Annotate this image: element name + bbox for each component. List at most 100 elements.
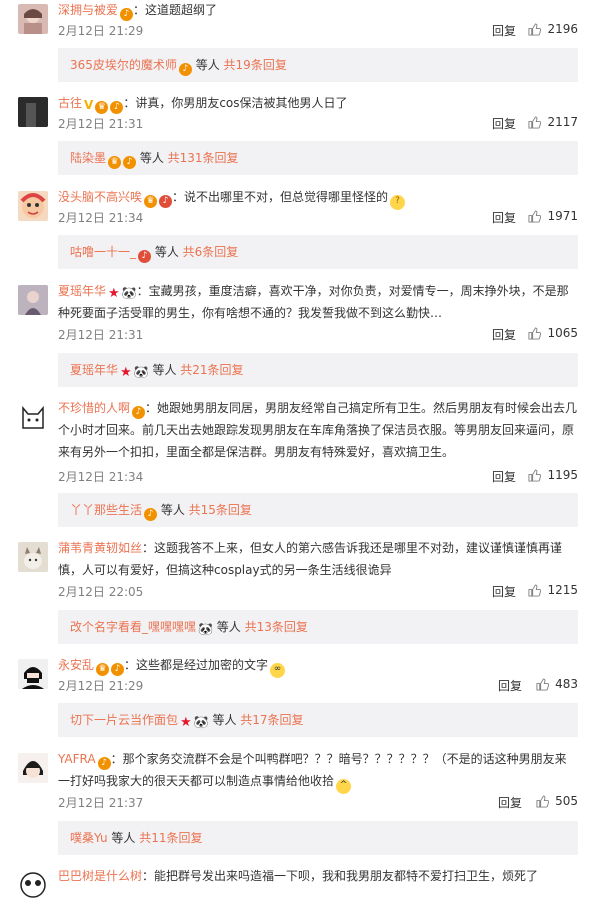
like-count: 2196 (547, 22, 578, 36)
timestamp: 2月12日 21:31 (58, 328, 144, 342)
like-button[interactable]: 2196 (528, 22, 578, 36)
sub-reply-user[interactable]: 改个名字看看_嘿嘿嘿嘿 (70, 620, 196, 634)
member-badge-icon: ♛ (96, 663, 110, 676)
emoji-confused-icon: ? (390, 195, 406, 210)
comment-meta: 2月12日 21:29 回复 483 (58, 677, 578, 697)
sub-replies-link[interactable]: 改个名字看看_嘿嘿嘿嘿 🐼 等人 共13条回复 (58, 610, 578, 644)
username-link[interactable]: 永安乱 (58, 658, 94, 672)
comment-meta: 2月12日 21:29 回复 2196 (58, 22, 578, 42)
panda-badge-icon: 🐼 (121, 286, 137, 300)
reply-button[interactable]: 回复 (492, 115, 516, 132)
like-button[interactable]: 483 (536, 677, 578, 691)
panda-badge-icon: 🐼 (198, 622, 213, 636)
comment-meta: 2月12日 21:37 回复 505 (58, 794, 578, 814)
reply-button[interactable]: 回复 (498, 677, 522, 694)
avatar[interactable] (18, 4, 48, 34)
like-button[interactable]: 1215 (528, 583, 578, 597)
username-link[interactable]: 古往 (58, 96, 82, 110)
like-button[interactable]: 2117 (528, 115, 578, 129)
sub-reply-user[interactable]: 夏瑶年华 (70, 363, 118, 377)
comment-text: 深拥与被爱 ♪ ：这道题超纲了 (58, 0, 578, 21)
like-button[interactable]: 1065 (528, 326, 578, 340)
sub-reply-count[interactable]: 共21条回复 (180, 363, 243, 377)
like-count: 1971 (547, 209, 578, 223)
timestamp: 2月12日 21:29 (58, 679, 144, 693)
thumb-up-icon (528, 584, 542, 597)
sub-reply-count[interactable]: 共11条回复 (139, 831, 202, 845)
reply-button[interactable]: 回复 (492, 583, 516, 600)
avatar[interactable] (18, 402, 48, 432)
sub-reply-count[interactable]: 共131条回复 (168, 151, 239, 165)
avatar[interactable] (18, 753, 48, 783)
sub-reply-user[interactable]: 陆染墨 (70, 151, 106, 165)
like-count: 505 (555, 794, 578, 808)
reply-button[interactable]: 回复 (492, 209, 516, 226)
member-badge-icon: ♪ (123, 156, 137, 169)
username-link[interactable]: 不珍惜的人啊 (58, 401, 130, 415)
comment-body: ：能把群号发出来吗造福一下呗，我和我男朋友都特不爱打扫卫生，烦死了 (142, 869, 539, 883)
avatar[interactable] (18, 97, 48, 127)
sub-replies-link[interactable]: 365皮埃尔的魔术师 ♪ 等人 共19条回复 (58, 48, 578, 82)
sub-reply-count[interactable]: 共17条回复 (240, 713, 303, 727)
avatar[interactable] (18, 191, 48, 221)
comment-text: 古往 V ♛ ♪ ：讲真，你男朋友cos保洁被其他男人日了 (58, 92, 578, 114)
comment-meta: 2月12日 21:34 回复 1971 (58, 209, 578, 229)
sub-reply-user[interactable]: 切下一片云当作面包 (70, 713, 178, 727)
avatar[interactable] (18, 285, 48, 315)
sub-replies-link[interactable]: 咕噜一十一_ ♪ 等人 共6条回复 (58, 235, 578, 269)
sub-reply-count[interactable]: 共15条回复 (189, 503, 252, 517)
comment-body: ：这些都是经过加密的文字 (124, 658, 269, 672)
reply-button[interactable]: 回复 (492, 468, 516, 485)
timestamp: 2月12日 21:31 (58, 117, 144, 131)
sub-reply-count[interactable]: 共19条回复 (224, 58, 287, 72)
avatar[interactable] (18, 542, 48, 572)
sub-replies-link[interactable]: 陆染墨 ♛ ♪ 等人 共131条回复 (58, 141, 578, 175)
like-count: 483 (555, 677, 578, 691)
comment-meta: 2月12日 21:34 回复 1195 (58, 468, 578, 488)
reply-button[interactable]: 回复 (492, 22, 516, 39)
sub-reply-user[interactable]: 丫丫那些生活 (70, 503, 142, 517)
like-button[interactable]: 1971 (528, 209, 578, 223)
comment-text: 没头脑不高兴唉 ♛ ♪ ：说不出哪里不对，但总觉得哪里怪怪的? (58, 186, 578, 210)
panda-badge-icon: 🐼 (193, 715, 209, 729)
timestamp: 2月12日 21:29 (58, 24, 144, 38)
sub-replies-link[interactable]: 丫丫那些生活 ♪ 等人 共15条回复 (58, 493, 578, 527)
avatar[interactable] (18, 659, 48, 689)
reply-button[interactable]: 回复 (492, 326, 516, 343)
sub-reply-user[interactable]: 365皮埃尔的魔术师 (70, 58, 177, 72)
sub-reply-user[interactable]: 噗桑Yu (70, 831, 108, 845)
sub-replies-link[interactable]: 夏瑶年华 ★ 🐼 等人 共21条回复 (58, 353, 578, 387)
comment-text: YAFRA ♪ ：那个家务交流群不会是个叫鸭群吧？？？暗号？？？？？？（不是的话这种… (58, 748, 578, 794)
thumb-up-icon (528, 116, 542, 129)
username-link[interactable]: 夏瑶年华 (58, 284, 106, 298)
sub-reply-mid: 等人 (191, 58, 224, 72)
like-button[interactable]: 505 (536, 794, 578, 808)
member-badge-icon: ♪ (132, 406, 146, 419)
comment-body: ：讲真，你男朋友cos保洁被其他男人日了 (123, 96, 348, 110)
member-badge-icon: ♪ (178, 63, 192, 76)
comment-text: 夏瑶年华 ★ 🐼：宝藏男孩，重度洁癖，喜欢干净，对你负责，对爱情专一，周末挣外块，不… (58, 280, 578, 324)
timestamp: 2月12日 21:34 (58, 470, 144, 484)
username-link[interactable]: 蒲苇青黄轫如丝 (58, 541, 142, 555)
username-link[interactable]: 深拥与被爱 (58, 3, 118, 17)
sub-reply-mid: 等人 (136, 151, 168, 165)
member-badge-icon: ♪ (120, 8, 134, 21)
username-link[interactable]: 巴巴树是什么树 (58, 869, 142, 883)
reply-button[interactable]: 回复 (498, 794, 522, 811)
like-button[interactable]: 1195 (528, 468, 578, 482)
avatar[interactable] (18, 870, 48, 900)
username-link[interactable]: 没头脑不高兴唉 (58, 190, 142, 204)
emoji-glasses-icon: ∞ (270, 663, 286, 678)
username-link[interactable]: YAFRA (58, 752, 96, 766)
sub-reply-count[interactable]: 共6条回复 (183, 245, 239, 259)
sub-reply-user[interactable]: 咕噜一十一_ (70, 245, 136, 259)
verified-v-icon: V (84, 98, 94, 112)
sub-reply-mid: 等人 (212, 620, 245, 634)
sub-replies-link[interactable]: 切下一片云当作面包 ★ 🐼 等人 共17条回复 (58, 703, 578, 737)
sub-reply-count[interactable]: 共13条回复 (245, 620, 308, 634)
like-count: 1195 (547, 468, 578, 482)
sub-reply-mid: 等人 (151, 245, 183, 259)
sub-replies-link[interactable]: 噗桑Yu 等人 共11条回复 (58, 821, 578, 855)
sub-reply-mid: 等人 (107, 831, 140, 845)
thumb-up-icon (528, 210, 542, 223)
